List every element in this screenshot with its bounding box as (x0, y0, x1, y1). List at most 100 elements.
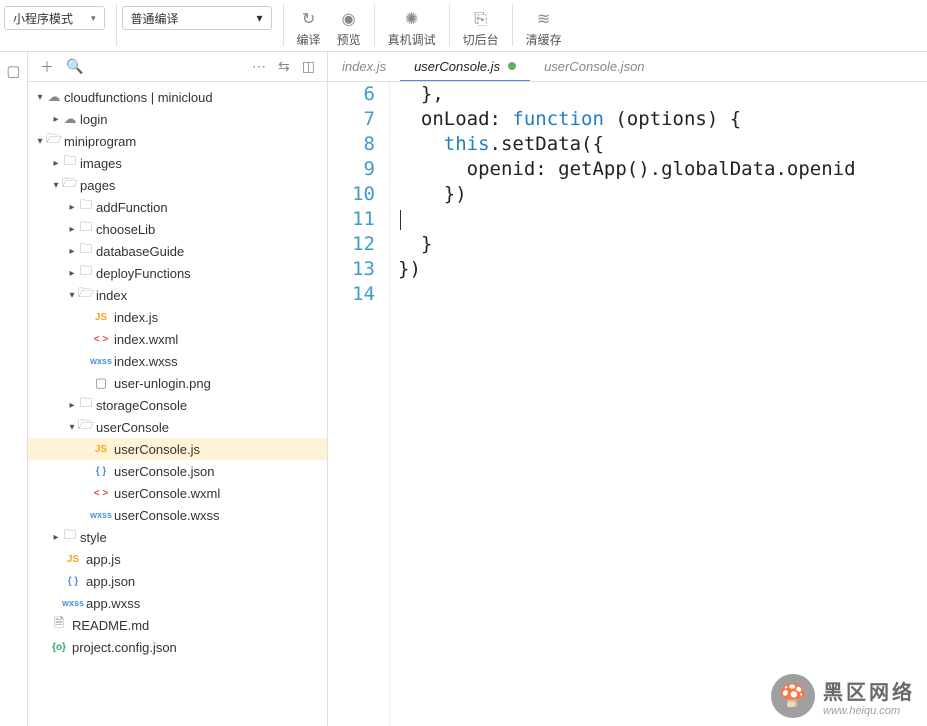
line-number: 9 (328, 157, 375, 182)
clear-cache-button[interactable]: ≋ 清缓存 (518, 4, 570, 50)
js-badge-icon: JS (90, 444, 112, 455)
tree-folder-addFunction[interactable]: ▸🗀addFunction (28, 196, 327, 218)
tree-label: userConsole (96, 420, 169, 435)
cursor (400, 210, 401, 230)
mode-select[interactable]: 小程序模式 ▾ (4, 6, 105, 30)
editor-area: index.js userConsole.js userConsole.json… (328, 52, 927, 726)
code-line: } (398, 232, 927, 257)
wxml-badge-icon: < > (90, 334, 112, 345)
tree-folder-userConsole[interactable]: ▾🗁userConsole (28, 416, 327, 438)
tree-folder-chooseLib[interactable]: ▸🗀chooseLib (28, 218, 327, 240)
compile-label: 编译 (297, 31, 321, 48)
folder-icon: 🗀 (78, 218, 94, 240)
chevron-right-icon: ▸ (66, 268, 78, 279)
line-number: 14 (328, 282, 375, 307)
tab-index-js[interactable]: index.js (328, 52, 400, 81)
line-number: 13 (328, 257, 375, 282)
line-number: 6 (328, 82, 375, 107)
tree-folder-deployFunctions[interactable]: ▸🗀deployFunctions (28, 262, 327, 284)
tree-label: chooseLib (96, 222, 155, 237)
remote-debug-label: 真机调试 (388, 31, 436, 48)
separator (449, 4, 450, 46)
code-line: this.setData({ (398, 132, 927, 157)
add-icon[interactable]: ＋ (34, 57, 60, 77)
json-badge-icon: { } (62, 576, 84, 587)
tree-file-userConsole-wxml[interactable]: < >userConsole.wxml (28, 482, 327, 504)
code-editor[interactable]: 6 7 8 9 10 11 12 13 14 }, onLoad: functi… (328, 82, 927, 726)
chevron-down-icon: ▾ (66, 290, 78, 301)
tree-label: cloudfunctions | minicloud (64, 90, 213, 105)
tree-label: storageConsole (96, 398, 187, 413)
tree-label: index.wxss (114, 354, 178, 369)
tree-label: app.js (86, 552, 121, 567)
search-icon[interactable]: 🔍 (60, 58, 89, 75)
tree-folder-style[interactable]: ▸🗀style (28, 526, 327, 548)
watermark-title: 黑区网络 (823, 676, 915, 705)
left-icon-column: ▢ (0, 52, 28, 726)
folder-open-icon: 🗁 (78, 416, 94, 438)
json-badge-icon: { } (90, 466, 112, 477)
line-number: 10 (328, 182, 375, 207)
tab-label: userConsole.js (414, 59, 500, 74)
preview-button[interactable]: ◉ 预览 (329, 4, 369, 50)
tree-file-userConsole-wxss[interactable]: wxssuserConsole.wxss (28, 504, 327, 526)
folder-open-icon: 🗁 (62, 174, 78, 196)
tree-file-user-unlogin[interactable]: ▢user-unlogin.png (28, 372, 327, 394)
code-content: }, onLoad: function (options) { this.set… (398, 82, 927, 726)
tree-file-userConsole-js[interactable]: JSuserConsole.js (28, 438, 327, 460)
tree-label: style (80, 530, 107, 545)
tree-label: README.md (72, 618, 149, 633)
mode-select-label: 小程序模式 (13, 10, 73, 27)
line-number: 7 (328, 107, 375, 132)
folder-open-icon: 🗁 (46, 130, 62, 152)
mushroom-icon: 🍄 (771, 674, 815, 718)
compile-select-label: 普通编译 (131, 10, 179, 27)
compile-button[interactable]: ↻ 编译 (289, 4, 329, 50)
tree-folder-index[interactable]: ▾🗁index (28, 284, 327, 306)
background-button[interactable]: ⎘ 切后台 (455, 4, 507, 50)
tree-label: deployFunctions (96, 266, 191, 281)
panel-icon[interactable]: ▢ (2, 58, 24, 84)
separator (512, 4, 513, 46)
tree-file-app-wxss[interactable]: wxssapp.wxss (28, 592, 327, 614)
wxss-badge-icon: wxss (90, 356, 112, 366)
tab-label: userConsole.json (544, 59, 644, 74)
cloud-folder-icon: ☁ (46, 89, 62, 105)
tree-file-index-wxss[interactable]: wxssindex.wxss (28, 350, 327, 372)
background-icon: ⎘ (474, 11, 487, 29)
tree-folder-pages[interactable]: ▾🗁pages (28, 174, 327, 196)
tree-file-app-json[interactable]: { }app.json (28, 570, 327, 592)
tree-folder-miniprogram[interactable]: ▾🗁miniprogram (28, 130, 327, 152)
tree-file-readme[interactable]: 🗎README.md (28, 614, 327, 636)
watermark: 🍄 黑区网络 www.heiqu.com (771, 674, 915, 718)
folder-icon: 🗀 (78, 394, 94, 416)
tree-label: databaseGuide (96, 244, 184, 259)
js-badge-icon: JS (62, 554, 84, 565)
tab-userConsole-js[interactable]: userConsole.js (400, 52, 530, 81)
more-icon[interactable]: ⋯ (246, 58, 272, 75)
tree-file-index-wxml[interactable]: < >index.wxml (28, 328, 327, 350)
folder-icon: 🗀 (78, 240, 94, 262)
tree-folder-images[interactable]: ▸🗀images (28, 152, 327, 174)
tree-folder-cloudfunctions[interactable]: ▾☁cloudfunctions | minicloud (28, 86, 327, 108)
tree-file-project-config[interactable]: {o}project.config.json (28, 636, 327, 658)
collapse-icon[interactable]: ⇆ (272, 58, 296, 75)
compile-select[interactable]: 普通编译 ▾ (122, 6, 272, 30)
folder-icon: 🗀 (78, 196, 94, 218)
chevron-down-icon: ▾ (91, 13, 96, 24)
tree-file-index-js[interactable]: JSindex.js (28, 306, 327, 328)
chevron-right-icon: ▸ (66, 202, 78, 213)
tab-userConsole-json[interactable]: userConsole.json (530, 52, 658, 81)
tree-file-userConsole-json[interactable]: { }userConsole.json (28, 460, 327, 482)
split-icon[interactable]: ◫ (296, 58, 321, 75)
chevron-down-icon: ▾ (66, 422, 78, 433)
remote-debug-button[interactable]: ✺ 真机调试 (380, 4, 444, 50)
chevron-down-icon: ▾ (50, 180, 62, 191)
tree-label: index.js (114, 310, 158, 325)
tree-folder-storageConsole[interactable]: ▸🗀storageConsole (28, 394, 327, 416)
tree-label: addFunction (96, 200, 168, 215)
tree-folder-login[interactable]: ▸☁login (28, 108, 327, 130)
tree-file-app-js[interactable]: JSapp.js (28, 548, 327, 570)
tree-folder-databaseGuide[interactable]: ▸🗀databaseGuide (28, 240, 327, 262)
chevron-right-icon: ▸ (50, 532, 62, 543)
